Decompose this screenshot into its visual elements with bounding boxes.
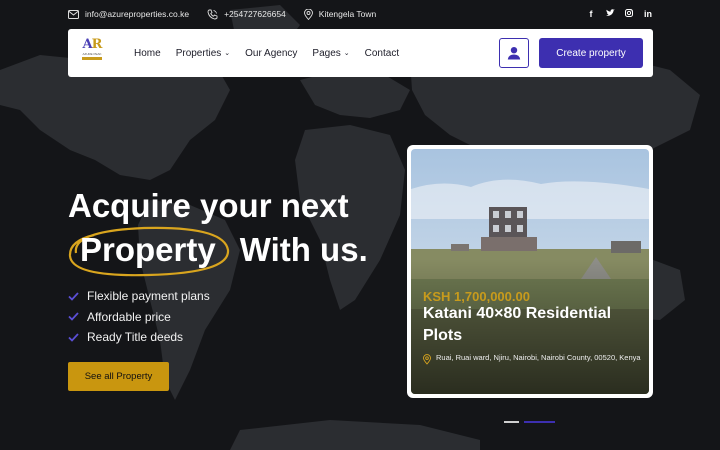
company-logo[interactable]: AR AZURE PEAK <box>80 38 104 68</box>
instagram-icon[interactable] <box>625 9 633 19</box>
location-contact[interactable]: Kitengela Town <box>303 8 377 20</box>
phone-contact[interactable]: +254727626654 <box>207 9 286 20</box>
hero-title-line1: Acquire your next <box>68 187 349 224</box>
check-icon <box>68 312 79 322</box>
nav-links: Home Properties ⌄ Our Agency Pages ⌄ Conta… <box>134 48 414 59</box>
feature-item: Ready Title deeds <box>68 327 210 348</box>
hero-highlight: Property <box>68 226 230 277</box>
mail-icon <box>68 9 79 19</box>
contact-topbar: info@azureproperties.co.ke +254727626654… <box>68 6 652 22</box>
main-navbar: AR AZURE PEAK Home Properties ⌄ Our Agenc… <box>68 29 653 77</box>
property-image[interactable]: KSH 1,700,000.00 Katani 40×80 Residentia… <box>411 149 649 394</box>
slider-indicators <box>504 421 560 423</box>
feature-item: Affordable price <box>68 307 210 328</box>
feature-list: Flexible payment plans Affordable price … <box>68 286 210 348</box>
email-text: info@azureproperties.co.ke <box>85 9 190 19</box>
hero-heading: Acquire your next Property With us. <box>68 184 368 277</box>
social-links: f in <box>576 9 652 19</box>
linkedin-icon[interactable]: in <box>644 9 652 19</box>
phone-text: +254727626654 <box>224 9 286 19</box>
feature-item: Flexible payment plans <box>68 286 210 307</box>
check-icon <box>68 333 79 342</box>
property-address: Ruai, Ruai ward, Njiru, Nairobi, Nairobi… <box>423 351 645 365</box>
property-card[interactable]: KSH 1,700,000.00 Katani 40×80 Residentia… <box>407 145 653 398</box>
map-pin-icon <box>303 8 313 20</box>
nav-item-home[interactable]: Home <box>134 48 161 59</box>
create-property-button[interactable]: Create property <box>539 38 643 68</box>
logo-tagline: AZURE PEAK <box>82 52 102 56</box>
logo-bar <box>82 57 102 60</box>
map-pin-icon <box>423 354 431 365</box>
nav-item-contact[interactable]: Contact <box>365 48 399 59</box>
user-account-button[interactable] <box>499 38 529 68</box>
nav-item-our-agency[interactable]: Our Agency <box>245 48 297 59</box>
slider-dot-active[interactable] <box>524 421 555 423</box>
see-all-property-button[interactable]: See all Property <box>68 362 169 391</box>
nav-item-properties[interactable]: Properties ⌄ <box>176 48 230 59</box>
user-icon <box>507 47 521 60</box>
chevron-down-icon: ⌄ <box>224 50 231 57</box>
twitter-icon[interactable] <box>606 9 615 19</box>
nav-item-pages[interactable]: Pages ⌄ <box>312 48 349 59</box>
property-price: KSH 1,700,000.00 <box>423 289 530 304</box>
location-text: Kitengela Town <box>318 9 377 19</box>
logo-mark: AR <box>82 37 103 52</box>
slider-dot[interactable] <box>504 421 519 423</box>
property-title[interactable]: Katani 40×80 Residential Plots <box>423 303 643 347</box>
chevron-down-icon: ⌄ <box>343 50 350 57</box>
facebook-icon[interactable]: f <box>587 9 595 19</box>
check-icon <box>68 292 79 301</box>
hero-title-rest: With us. <box>239 231 368 268</box>
phone-icon <box>207 9 218 19</box>
email-contact[interactable]: info@azureproperties.co.ke <box>68 9 189 19</box>
